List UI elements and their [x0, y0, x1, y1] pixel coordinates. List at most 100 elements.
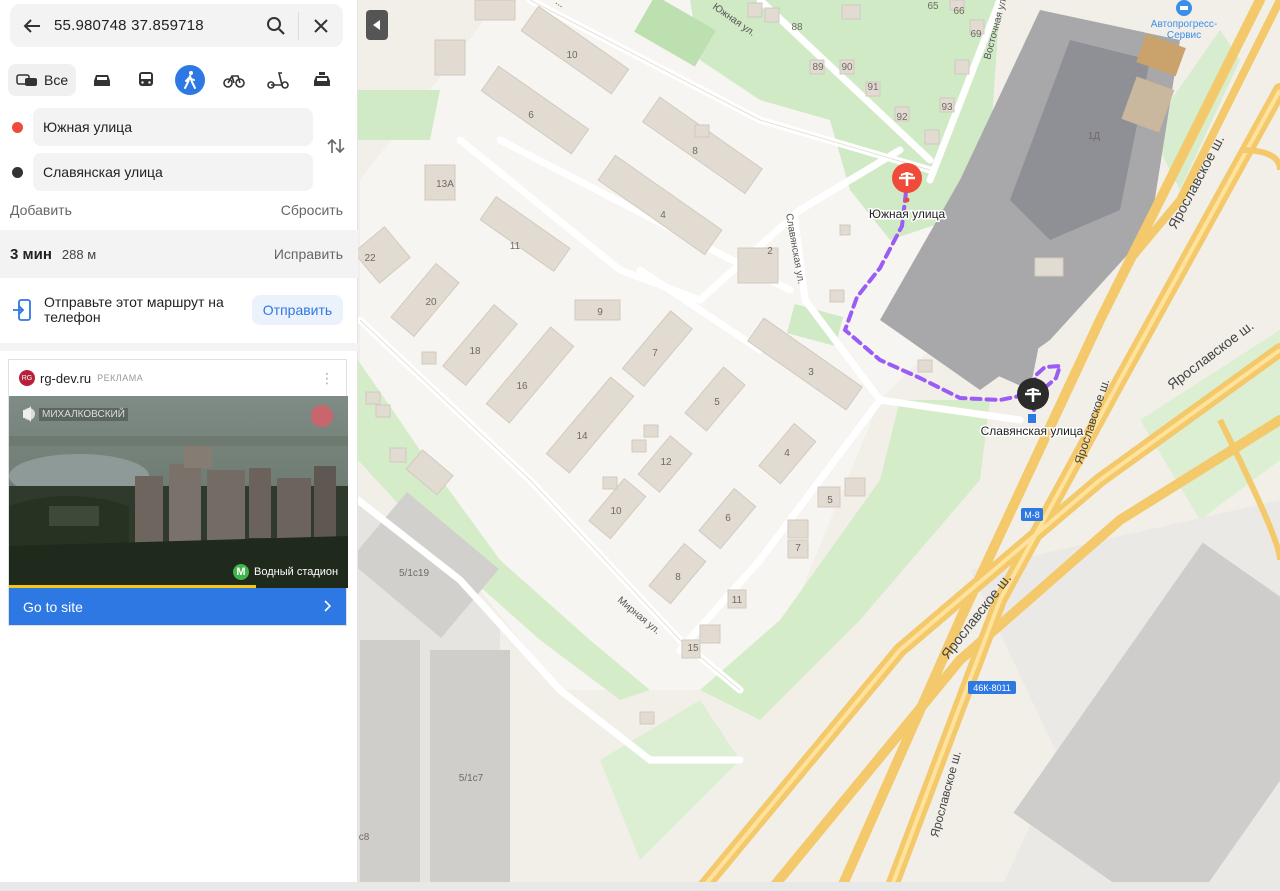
- ad-domain[interactable]: rg-dev.ru: [40, 371, 91, 386]
- search-button[interactable]: [254, 4, 298, 47]
- house-number: 18: [469, 346, 481, 357]
- chevron-right-icon: [324, 599, 332, 615]
- house-number: 16: [516, 381, 528, 392]
- route-panel: 55.980748 37.859718 Все Южная улица Слав…: [0, 0, 358, 891]
- send-button[interactable]: Отправить: [252, 295, 343, 325]
- mode-bus-button[interactable]: [128, 62, 164, 98]
- house-number: 93: [941, 102, 953, 113]
- triangle-left-icon: [373, 20, 380, 30]
- route-summary[interactable]: 3 мин 288 м Исправить: [0, 230, 358, 278]
- house-number: 12: [660, 457, 672, 468]
- house-number: 3: [808, 367, 814, 378]
- map[interactable]: 10 6 8 4 13А 11 2 22 20 9 7 3 18 16 5 14…: [358, 0, 1280, 891]
- search-icon: [267, 16, 285, 35]
- house-number: 92: [896, 112, 908, 123]
- house-number: 15: [687, 643, 699, 654]
- house-number: 6: [528, 110, 534, 121]
- ad-photo: [9, 396, 348, 588]
- destination-dot: [12, 167, 23, 178]
- metro-station: Водный стадион: [254, 566, 339, 578]
- swap-icon: [327, 138, 345, 154]
- house-number: с8: [359, 832, 370, 843]
- section-divider: [0, 343, 358, 351]
- walk-icon: [184, 71, 197, 89]
- bottom-bar: [0, 882, 1280, 891]
- house-number: 91: [867, 82, 879, 93]
- metro-badge: M Водный стадион: [233, 564, 338, 580]
- end-label: Славянская улица: [981, 424, 1084, 438]
- close-button[interactable]: [299, 4, 343, 47]
- house-number: 4: [784, 448, 790, 459]
- house-number: 7: [652, 348, 658, 359]
- house-number: 7: [795, 543, 801, 554]
- house-number: 20: [425, 297, 437, 308]
- bike-icon: [223, 75, 245, 88]
- waypoint-actions: Добавить Сбросить: [10, 202, 343, 218]
- metro-icon: M: [233, 564, 249, 580]
- svg-text:М-8: М-8: [1024, 510, 1040, 520]
- house-number: 10: [566, 50, 578, 61]
- poi-name: Сервис: [1167, 30, 1201, 41]
- mode-taxi-button[interactable]: [304, 62, 340, 98]
- house-number: 9: [597, 307, 603, 318]
- origin-field[interactable]: Южная улица: [33, 108, 313, 146]
- mode-scooter-button[interactable]: [260, 62, 296, 98]
- ad-label: РЕКЛАМА: [97, 373, 144, 383]
- house-number: 69: [970, 29, 982, 40]
- car-icon: [94, 75, 111, 86]
- ad-brand: МИХАЛКОВСКИЙ: [39, 408, 128, 421]
- house-number: 4: [660, 210, 666, 221]
- house-number: 90: [841, 62, 853, 73]
- mode-all-label: Все: [44, 72, 69, 88]
- mode-all-button[interactable]: Все: [8, 64, 77, 96]
- house-number: 10: [610, 506, 622, 517]
- search-input[interactable]: 55.980748 37.859718: [54, 17, 254, 34]
- ad-card[interactable]: RG rg-dev.ru РЕКЛАМА ⋮ МИХАЛКОВСКИЙ M Во…: [8, 359, 348, 626]
- road-badge-m8: М-8: [1021, 508, 1043, 521]
- poi-name: Автопрогресс-: [1151, 19, 1217, 30]
- house-number: 8: [692, 146, 698, 157]
- svg-text:46К-8011: 46К-8011: [973, 683, 1011, 693]
- house-number: 11: [732, 595, 743, 606]
- ad-video-progress: [9, 585, 257, 588]
- add-waypoint-link[interactable]: Добавить: [10, 202, 72, 218]
- reset-link[interactable]: Сбросить: [281, 202, 343, 218]
- swap-button[interactable]: [325, 135, 347, 157]
- road-badge-46k: 46К-8011: [968, 681, 1016, 694]
- ad-image[interactable]: МИХАЛКОВСКИЙ M Водный стадион: [9, 396, 348, 588]
- house-number: 89: [812, 62, 824, 73]
- transport-modes: Все: [8, 62, 348, 98]
- house-number: 88: [791, 22, 803, 33]
- send-to-phone: Отправьте этот маршрут на телефон Отправ…: [0, 284, 358, 336]
- arrow-left-icon: [23, 18, 40, 33]
- collapse-panel-button[interactable]: [366, 10, 388, 40]
- house-number: 66: [953, 6, 965, 17]
- house-number: 5/1с7: [459, 773, 484, 784]
- start-label: Южная улица: [869, 207, 946, 221]
- car-service-poi-icon[interactable]: [1176, 0, 1192, 16]
- taxi-icon: [314, 72, 331, 86]
- house-number: 14: [576, 431, 588, 442]
- house-number: 65: [927, 1, 939, 12]
- fix-route-link[interactable]: Исправить: [274, 246, 343, 262]
- house-number: 22: [364, 253, 376, 264]
- house-number: 1Д: [1088, 131, 1101, 142]
- mode-walk-button[interactable]: [175, 65, 206, 95]
- more-vertical-icon[interactable]: ⋮: [320, 370, 334, 387]
- ad-cta-button[interactable]: Go to site: [9, 588, 346, 625]
- ad-cta-label: Go to site: [23, 598, 83, 615]
- scooter-icon: [267, 72, 289, 89]
- send-to-phone-icon: [13, 299, 31, 321]
- house-number: 6: [725, 513, 731, 524]
- house-number: 8: [675, 572, 681, 583]
- mode-car-button[interactable]: [84, 62, 120, 98]
- all-transport-icon: [16, 74, 37, 86]
- house-number: 13А: [436, 179, 454, 190]
- mode-bike-button[interactable]: [216, 62, 252, 98]
- search-bar: 55.980748 37.859718: [10, 4, 343, 47]
- route-time: 3 мин: [10, 245, 52, 263]
- back-button[interactable]: [10, 4, 54, 47]
- destination-field[interactable]: Славянская улица: [33, 153, 313, 191]
- bus-icon: [139, 72, 154, 86]
- house-number: 5: [714, 397, 720, 408]
